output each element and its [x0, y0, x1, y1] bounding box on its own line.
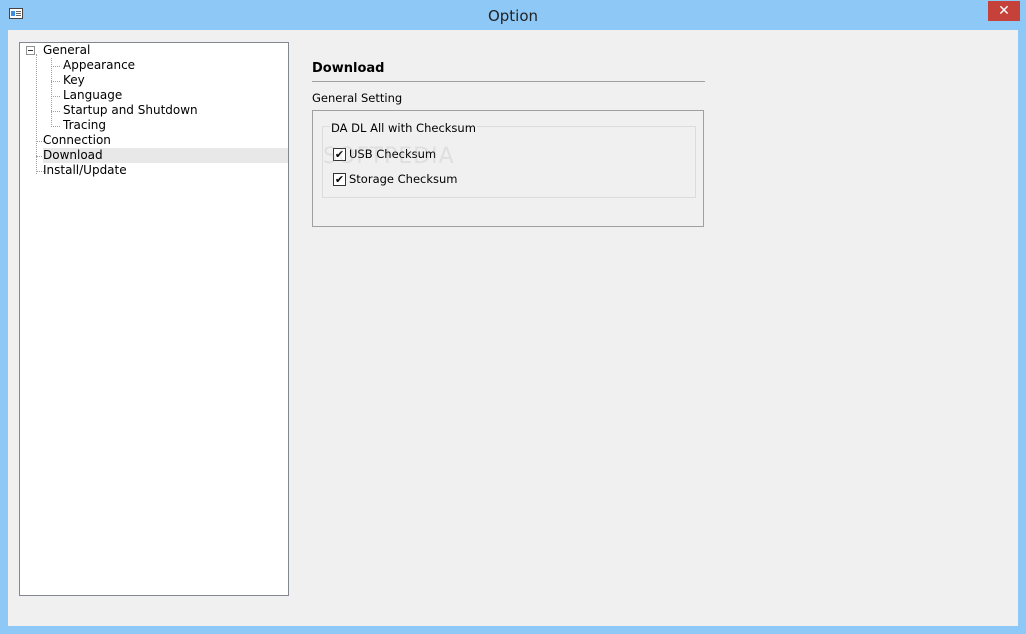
tree-item-key[interactable]: Key	[63, 73, 85, 88]
checkbox-label: Storage Checksum	[349, 172, 458, 186]
collapse-toggle-icon[interactable]	[26, 46, 35, 55]
window-title: Option	[487, 7, 539, 25]
title-bar[interactable]: Option ✕	[0, 0, 1026, 30]
tree-item-label: Language	[63, 88, 123, 102]
options-tree[interactable]: General Appearance Key Language Startup …	[19, 42, 289, 596]
tree-item-startup-and-shutdown[interactable]: Startup and Shutdown	[63, 103, 198, 118]
section-label: General Setting	[312, 91, 403, 105]
close-icon: ✕	[998, 3, 1010, 19]
tree-item-label: Appearance	[63, 58, 136, 72]
checkbox-check-icon[interactable]: ✔	[333, 173, 346, 186]
tree-item-label: Startup and Shutdown	[63, 103, 198, 117]
tree-item-connection[interactable]: Connection	[43, 133, 111, 148]
tree-item-install-update[interactable]: Install/Update	[43, 163, 127, 178]
option-window: Option ✕ General Appearance Key Language…	[0, 0, 1026, 634]
title-divider	[312, 81, 705, 82]
group-title: DA DL All with Checksum	[330, 121, 477, 135]
tree-connector	[51, 111, 60, 112]
tree-item-download[interactable]: Download	[43, 148, 288, 163]
tree-item-label: Key	[63, 73, 85, 87]
tree-connector	[51, 126, 60, 127]
tree-item-label: Connection	[43, 133, 111, 147]
tree-item-label: Install/Update	[43, 163, 127, 177]
dialog-client-area: General Appearance Key Language Startup …	[8, 30, 1018, 626]
tree-item-tracing[interactable]: Tracing	[63, 118, 106, 133]
close-button[interactable]: ✕	[988, 1, 1020, 21]
tree-item-appearance[interactable]: Appearance	[63, 58, 135, 73]
tree-connector	[51, 81, 60, 82]
softpedia-watermark: SOFTPEDIA	[323, 144, 455, 169]
tree-item-label: General	[43, 43, 91, 57]
tree-connector	[51, 96, 60, 97]
tree-item-label: Tracing	[63, 118, 107, 132]
tree-connector	[51, 58, 52, 127]
tree-item-label: Download	[43, 148, 103, 162]
tree-connector	[51, 66, 60, 67]
page-title: Download	[312, 61, 385, 76]
tree-item-general[interactable]: General	[43, 43, 90, 58]
tree-item-language[interactable]: Language	[63, 88, 122, 103]
